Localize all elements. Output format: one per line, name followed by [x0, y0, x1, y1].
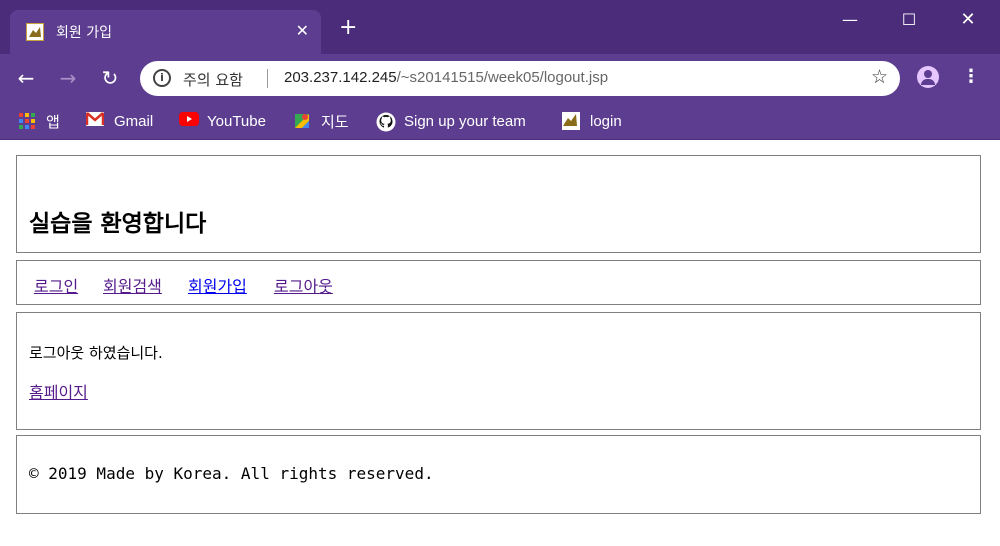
maps-icon	[293, 112, 311, 130]
address-separator	[267, 69, 268, 88]
bookmark-github[interactable]: Sign up your team	[376, 110, 526, 132]
nav-link-member-search[interactable]: 회원검색	[103, 273, 162, 297]
login-icon	[562, 112, 580, 130]
bookmark-label: login	[590, 112, 622, 130]
site-nav: 로그인 회원검색 회원가입 로그아웃	[16, 260, 981, 305]
browser-toolbar: ← → ↻ i 주의 요함 203.237.142.245/~s20141515…	[0, 54, 1000, 102]
browser-tab[interactable]: 회원 가입 ✕	[10, 10, 321, 54]
minimize-button[interactable]: —	[830, 6, 870, 32]
gmail-icon	[85, 112, 105, 130]
page-header: 실습을 환영합니다	[16, 155, 981, 253]
profile-icon[interactable]	[917, 66, 939, 88]
web-page: 실습을 환영합니다 로그인 회원검색 회원가입 로그아웃 로그아웃 하였습니다.…	[0, 141, 1000, 546]
bookmark-star-icon[interactable]: ☆	[871, 66, 888, 88]
new-tab-button[interactable]: +	[339, 17, 357, 39]
url-text[interactable]: 203.237.142.245/~s20141515/week05/logout…	[284, 69, 608, 86]
security-warning[interactable]: 주의 요함	[183, 69, 243, 90]
nav-link-logout[interactable]: 로그아웃	[274, 273, 333, 297]
tab-close-icon[interactable]: ✕	[296, 21, 309, 40]
url-path: /~s20141515/week05/logout.jsp	[396, 69, 609, 86]
github-icon	[376, 112, 396, 132]
forward-button[interactable]: →	[54, 64, 82, 92]
page-title: 실습을 환영합니다	[29, 211, 207, 237]
bookmark-youtube[interactable]: YouTube	[179, 110, 266, 132]
logout-message: 로그아웃 하였습니다.	[29, 344, 163, 362]
main-content: 로그아웃 하였습니다. 홈페이지	[16, 312, 981, 430]
tab-title: 회원 가입	[56, 25, 112, 41]
title-bar: 회원 가입 ✕ + — ☐ ✕	[0, 0, 1000, 54]
bookmark-label: 지도	[321, 113, 349, 131]
youtube-icon	[179, 112, 199, 130]
reload-button[interactable]: ↻	[96, 64, 124, 92]
apps-icon	[18, 112, 36, 130]
bookmark-label: YouTube	[207, 112, 266, 130]
site-favicon-icon	[26, 23, 44, 41]
info-icon[interactable]: i	[153, 69, 171, 87]
bookmark-label: Sign up your team	[404, 112, 526, 130]
bookmark-login[interactable]: login	[562, 110, 622, 132]
nav-link-login[interactable]: 로그인	[34, 273, 78, 297]
address-bar[interactable]: i 주의 요함 203.237.142.245/~s20141515/week0…	[140, 61, 900, 96]
bookmark-maps[interactable]: 지도	[293, 110, 349, 132]
maximize-button[interactable]: ☐	[889, 6, 929, 32]
copyright-text: © 2019 Made by Korea. All rights reserve…	[29, 464, 434, 483]
back-button[interactable]: ←	[12, 64, 40, 92]
homepage-link[interactable]: 홈페이지	[29, 379, 88, 403]
bookmark-apps[interactable]: 앱	[18, 110, 60, 132]
bookmark-gmail[interactable]: Gmail	[85, 110, 154, 132]
bookmark-label: 앱	[46, 113, 60, 131]
bookmark-label: Gmail	[114, 112, 154, 130]
page-footer: © 2019 Made by Korea. All rights reserve…	[16, 435, 981, 514]
close-window-button[interactable]: ✕	[948, 6, 988, 32]
url-host: 203.237.142.245	[284, 69, 397, 86]
bookmarks-bar: 앱 Gmail YouTube 지도 Sign up your team log…	[0, 102, 1000, 140]
nav-link-signup[interactable]: 회원가입	[188, 273, 247, 297]
browser-menu-icon[interactable]: ⋮	[962, 66, 980, 90]
